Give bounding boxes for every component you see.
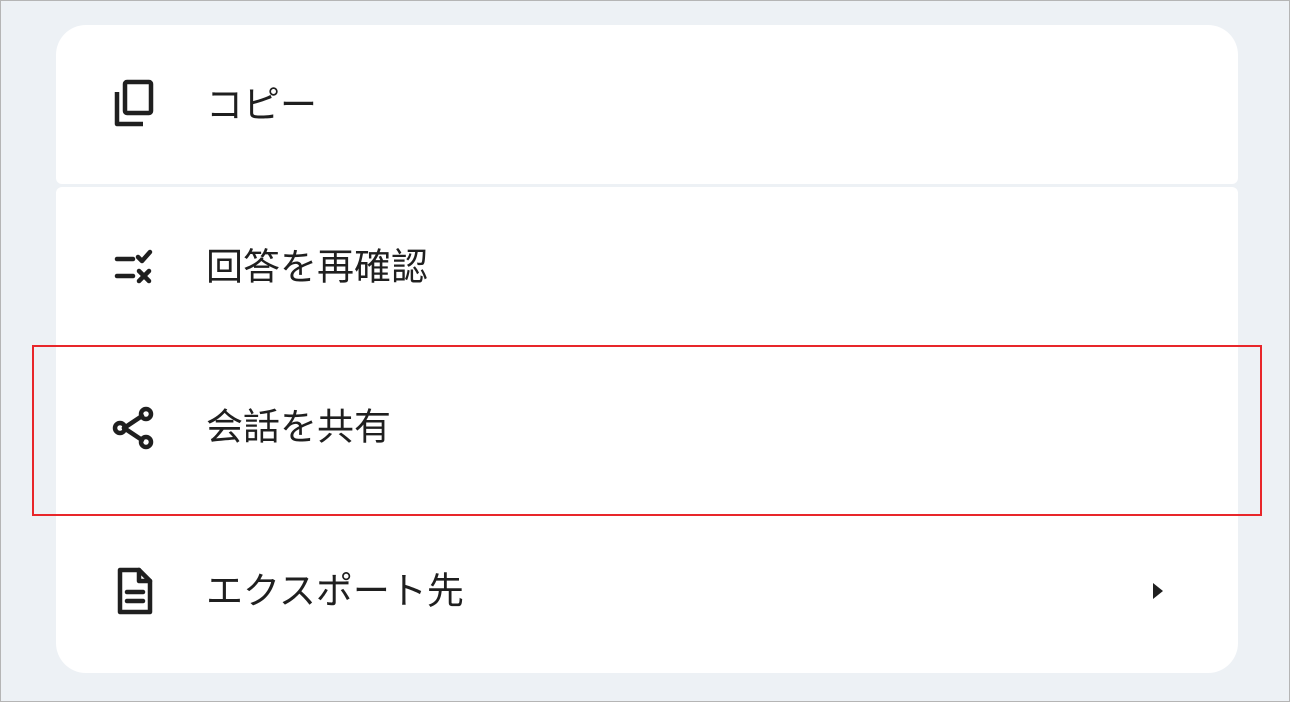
menu-item-copy[interactable]: コピー <box>56 25 1238 185</box>
document-icon <box>104 561 164 621</box>
submenu-arrow-icon <box>1148 579 1168 603</box>
copy-icon <box>104 75 164 135</box>
share-icon <box>104 397 164 457</box>
menu-item-share-conversation[interactable]: 会話を共有 <box>56 347 1238 507</box>
menu-item-label: コピー <box>206 83 317 127</box>
menu-item-recheck-answer[interactable]: 回答を再確認 <box>56 187 1238 347</box>
double-check-icon <box>104 237 164 297</box>
menu-item-label: 会話を共有 <box>206 405 391 449</box>
menu-item-label: エクスポート先 <box>206 569 464 613</box>
menu-item-label: 回答を再確認 <box>206 245 428 289</box>
menu-item-export-to[interactable]: エクスポート先 <box>56 511 1238 671</box>
context-menu-frame: コピー 回答を再確認 会話を共有 エクスポート先 <box>0 0 1290 702</box>
